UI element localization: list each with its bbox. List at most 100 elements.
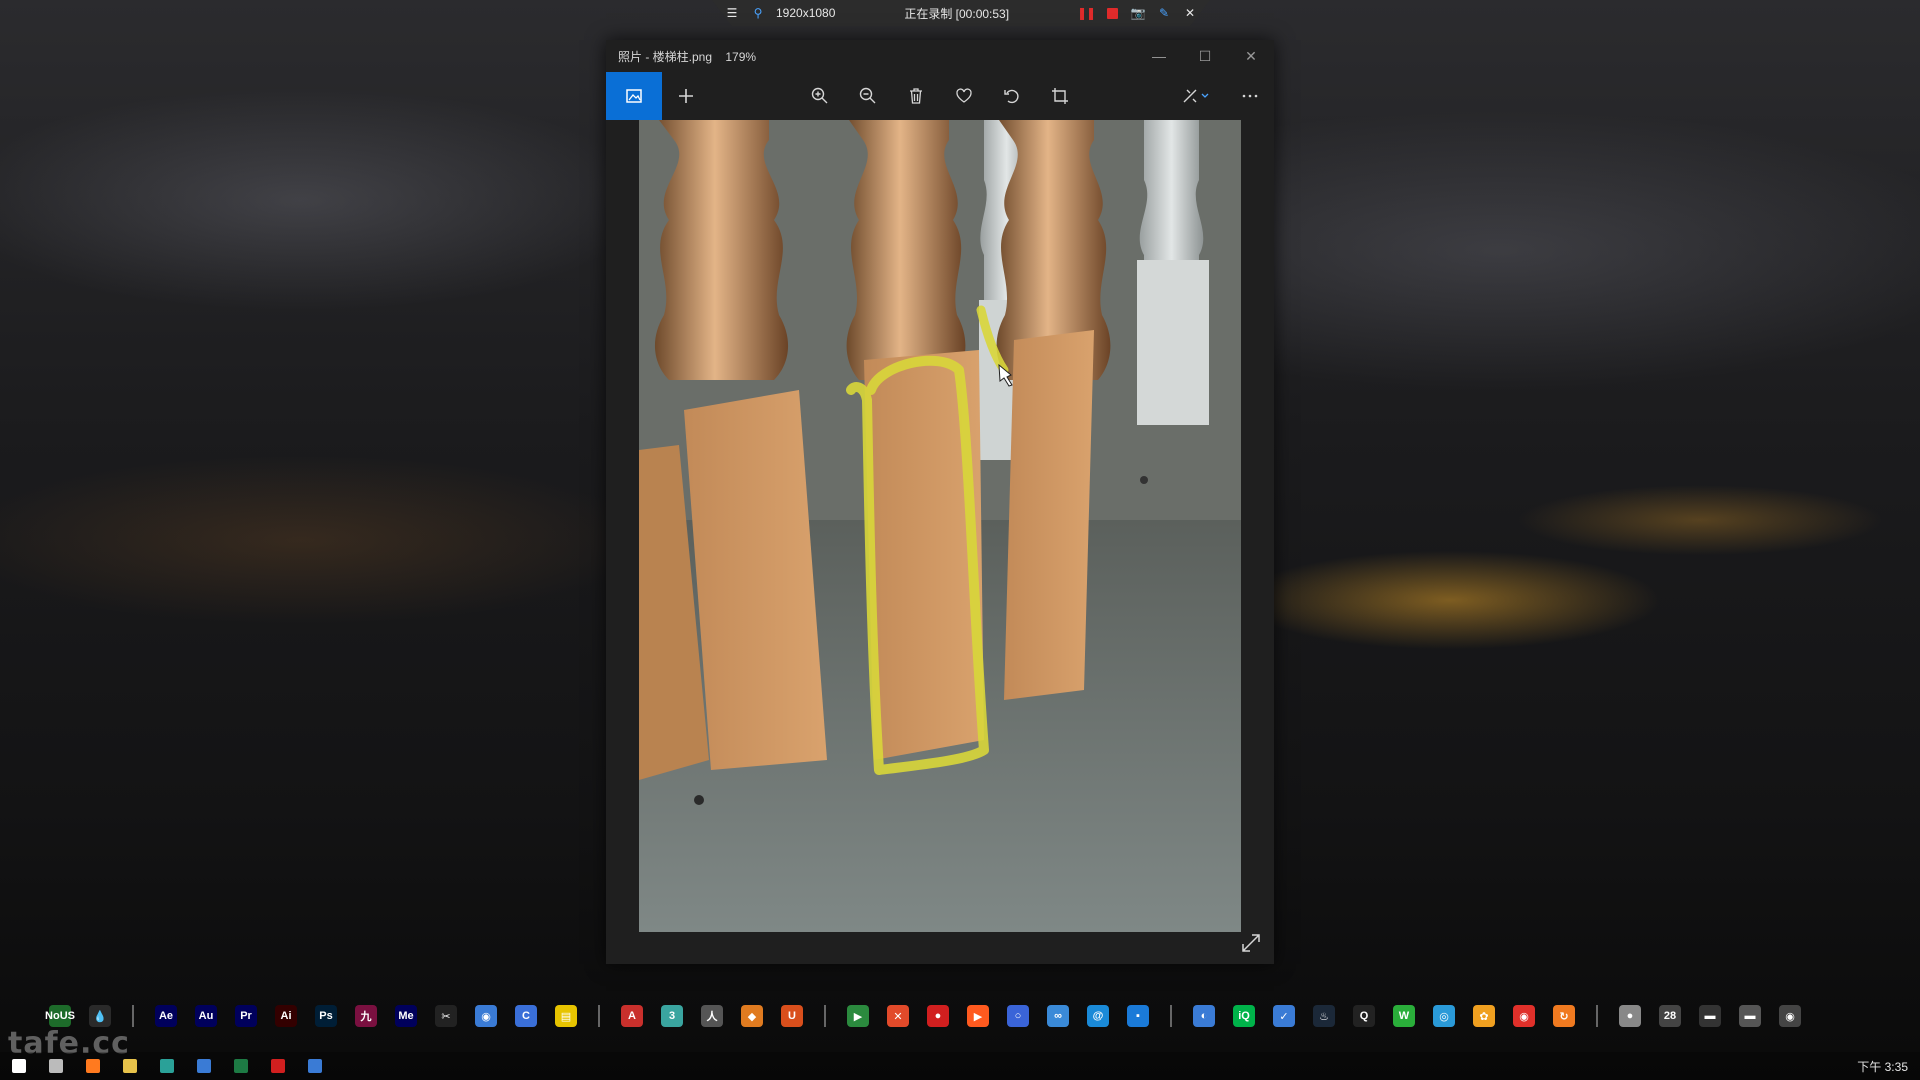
dock-app[interactable]: ↻ (1544, 996, 1584, 1036)
app-square-icon[interactable] (185, 1052, 222, 1080)
dock-app[interactable]: 人 (692, 996, 732, 1036)
app-s-icon[interactable] (148, 1052, 185, 1080)
menu-icon[interactable]: ☰ (724, 5, 740, 21)
dock-app[interactable]: ◉ (1504, 996, 1544, 1036)
dock-app-icon: ◉ (475, 1005, 497, 1027)
photos-window: 照片 - 楼梯柱.png 179% — ☐ ✕ (606, 40, 1274, 964)
dock-app[interactable]: Me (386, 996, 426, 1036)
dock-app[interactable]: 28 (1650, 996, 1690, 1036)
dock-app[interactable]: Pr (226, 996, 266, 1036)
zoom-out-button[interactable] (844, 72, 892, 120)
minimize-button[interactable]: — (1136, 40, 1182, 72)
dock-app-icon: ♨ (1313, 1005, 1335, 1027)
dock-app-icon: ◎ (1433, 1005, 1455, 1027)
zoom-in-icon (811, 87, 828, 104)
windows-start-icon[interactable] (0, 1052, 37, 1080)
dock-app[interactable]: ◉ (1770, 996, 1810, 1036)
dock-app[interactable]: Ps (306, 996, 346, 1036)
pause-icon[interactable]: ❚❚ (1077, 5, 1096, 21)
close-icon[interactable]: ✕ (1182, 5, 1198, 21)
favorite-button[interactable] (940, 72, 988, 120)
dock-app[interactable]: @ (1078, 996, 1118, 1036)
dock-app[interactable]: ✂ (426, 996, 466, 1036)
dock-app[interactable]: A (612, 996, 652, 1036)
dock-app[interactable]: ▶ (838, 996, 878, 1036)
dock-app[interactable]: Q (1344, 996, 1384, 1036)
app-square-icon-glyph (196, 1059, 211, 1073)
dock-app-icon: ● (1619, 1005, 1641, 1027)
pen-icon[interactable]: ✎ (1156, 5, 1172, 21)
photos-icon-glyph (307, 1059, 322, 1073)
recording-status: 正在录制 [00:00:53] (904, 6, 1010, 21)
firefox-icon[interactable] (74, 1052, 111, 1080)
stop-icon[interactable] (1104, 5, 1120, 21)
dock-app[interactable]: ◆ (732, 996, 772, 1036)
photo-toolbar (606, 72, 1274, 120)
delete-button[interactable] (892, 72, 940, 120)
dock-app[interactable]: ✿ (1464, 996, 1504, 1036)
zoom-in-button[interactable] (796, 72, 844, 120)
dock-app[interactable]: ● (1610, 996, 1650, 1036)
dock-app[interactable]: 九 (346, 996, 386, 1036)
add-button[interactable] (662, 72, 710, 120)
dock-app[interactable]: Ai (266, 996, 306, 1036)
dock-app[interactable]: Au (186, 996, 226, 1036)
dock-app[interactable]: ◎ (1424, 996, 1464, 1036)
dock-app[interactable]: ♨ (1304, 996, 1344, 1036)
dock-app[interactable]: Ae (146, 996, 186, 1036)
dock-app[interactable]: 3 (652, 996, 692, 1036)
edit-create-button[interactable] (1166, 72, 1226, 120)
dock-separator (824, 1005, 826, 1027)
dock-app[interactable]: ○ (998, 996, 1038, 1036)
dock-app[interactable]: iQ (1224, 996, 1264, 1036)
app-s-icon-glyph (159, 1059, 174, 1073)
rotate-icon (1004, 89, 1019, 104)
windows-start-icon-glyph (11, 1059, 26, 1073)
dock-app-icon: ▬ (1699, 1005, 1721, 1027)
dock-app-icon: Me (395, 1005, 417, 1027)
expand-icon (1242, 934, 1260, 952)
rotate-button[interactable] (988, 72, 1036, 120)
dock-app[interactable]: ∞ (1038, 996, 1078, 1036)
dock-app[interactable]: ▶ (958, 996, 998, 1036)
photo-view[interactable] (639, 120, 1241, 932)
dock-app-icon: ○ (1007, 1005, 1029, 1027)
dock-app-icon: ● (927, 1005, 949, 1027)
view-image-button[interactable] (606, 72, 662, 120)
dock-app-icon: ▤ (555, 1005, 577, 1027)
photos-icon[interactable] (296, 1052, 333, 1080)
dock-app-icon: 3 (661, 1005, 683, 1027)
dock-app[interactable]: ▪ (1118, 996, 1158, 1036)
dock-app[interactable]: ● (918, 996, 958, 1036)
record-icon[interactable] (259, 1052, 296, 1080)
file-explorer-icon[interactable] (111, 1052, 148, 1080)
task-view-icon[interactable] (37, 1052, 74, 1080)
dock-app[interactable]: ◉ (466, 996, 506, 1036)
dock-app[interactable]: W (1384, 996, 1424, 1036)
dock-app[interactable]: ▬ (1690, 996, 1730, 1036)
pin-icon[interactable]: ⚲ (750, 5, 766, 21)
dock-app[interactable]: C (506, 996, 546, 1036)
dock-app-icon: W (1393, 1005, 1415, 1027)
dock-app[interactable]: ◐ (1184, 996, 1224, 1036)
dock-app-icon: Ai (275, 1005, 297, 1027)
dock-app-icon: ▪ (1127, 1005, 1149, 1027)
fullscreen-button[interactable] (1240, 932, 1262, 954)
dock-app[interactable]: U (772, 996, 812, 1036)
dock-app-icon: 28 (1659, 1005, 1681, 1027)
dock-app-icon: ✂ (435, 1005, 457, 1027)
dock-app[interactable]: ▤ (546, 996, 586, 1036)
screenshot-icon[interactable]: 📷 (1130, 5, 1146, 21)
more-button[interactable] (1226, 72, 1274, 120)
close-button[interactable]: ✕ (1228, 40, 1274, 72)
zoom-out-icon (859, 87, 876, 104)
dock-app[interactable]: ✕ (878, 996, 918, 1036)
app-dock: NoUS 💧 Ae Au Pr Ai Ps 九 Me ✂ ◉ C ▤ A 3 人 ◆ U ▶ ✕ ● ▶ ○ ∞ @ ▪ ◐ iQ ✓ ♨… (0, 996, 1920, 1036)
maximize-button[interactable]: ☐ (1182, 40, 1228, 72)
excel-icon[interactable] (222, 1052, 259, 1080)
crop-button[interactable] (1036, 72, 1084, 120)
dock-app-icon: ◐ (1193, 1005, 1215, 1027)
dock-app[interactable]: ✓ (1264, 996, 1304, 1036)
recording-bar: ☰ ⚲ 1920x1080 正在录制 [00:00:53] ❚❚ 📷 ✎ ✕ (712, 0, 1210, 26)
dock-app[interactable]: ▬ (1730, 996, 1770, 1036)
